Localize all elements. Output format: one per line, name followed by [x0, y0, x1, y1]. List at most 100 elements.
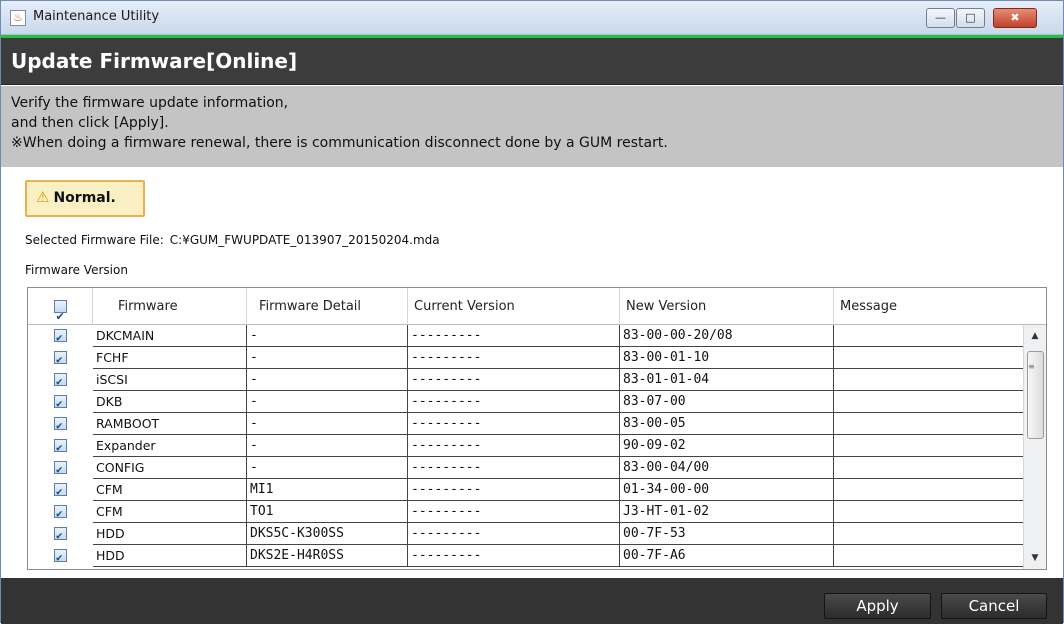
footer-bar: Apply Cancel — [1, 578, 1063, 624]
table-row[interactable]: HDDDKS5C-K300SS---------00-7F-53 — [28, 523, 1024, 545]
cell-current-version: --------- — [408, 479, 620, 501]
cell-new-version: 00-7F-53 — [620, 523, 834, 545]
cell-message — [834, 347, 1024, 369]
cell-firmware: CONFIG — [93, 457, 247, 479]
cancel-button[interactable]: Cancel — [941, 593, 1047, 619]
cell-message — [834, 413, 1024, 435]
row-checkbox[interactable] — [54, 503, 67, 523]
table-row[interactable]: DKCMAIN----------83-00-00-20/08 — [28, 325, 1024, 347]
cell-current-version: --------- — [408, 545, 620, 567]
row-checkbox[interactable] — [54, 327, 67, 347]
table-row[interactable]: DKB----------83-07-00 — [28, 391, 1024, 413]
cell-current-version: --------- — [408, 435, 620, 457]
column-header-firmware-detail[interactable]: Firmware Detail — [247, 288, 408, 325]
cell-firmware-detail: TO1 — [247, 501, 408, 523]
maintenance-utility-window: ♨ Maintenance Utility — □ ✖ Update Firmw… — [0, 0, 1064, 624]
row-checkbox[interactable] — [54, 393, 67, 413]
instruction-line-3: ※When doing a firmware renewal, there is… — [11, 135, 668, 151]
row-select-cell — [28, 413, 93, 435]
warning-icon: ⚠ — [36, 188, 50, 206]
table-header: Firmware Firmware Detail Current Version… — [28, 288, 1046, 335]
cell-firmware-detail: - — [247, 391, 408, 413]
status-badge: ⚠ Normal. — [25, 180, 145, 217]
cell-firmware: RAMBOOT — [93, 413, 247, 435]
cell-current-version: --------- — [408, 523, 620, 545]
column-header-firmware[interactable]: Firmware — [93, 288, 247, 325]
row-select-cell — [28, 325, 93, 347]
instruction-line-2: and then click [Apply]. — [11, 115, 169, 131]
cell-firmware: HDD — [93, 523, 247, 545]
select-all-checkbox[interactable] — [53, 298, 67, 335]
maximize-button[interactable]: □ — [956, 8, 985, 28]
table-row[interactable]: iSCSI----------83-01-01-04 — [28, 369, 1024, 391]
table-row[interactable]: Expander----------90-09-02 — [28, 435, 1024, 457]
row-select-cell — [28, 391, 93, 413]
cell-message — [834, 545, 1024, 567]
column-header-message[interactable]: Message — [834, 288, 1046, 325]
select-all-cell — [28, 288, 93, 335]
row-select-cell — [28, 523, 93, 545]
cell-firmware: iSCSI — [93, 369, 247, 391]
row-checkbox[interactable] — [54, 547, 67, 567]
table-row[interactable]: FCHF----------83-00-01-10 — [28, 347, 1024, 369]
cell-new-version: J3-HT-01-02 — [620, 501, 834, 523]
close-button[interactable]: ✖ — [993, 8, 1037, 28]
row-checkbox[interactable] — [54, 371, 67, 391]
cell-new-version: 83-00-01-10 — [620, 347, 834, 369]
cell-message — [834, 369, 1024, 391]
column-header-new-version[interactable]: New Version — [620, 288, 834, 325]
cell-firmware-detail: DKS5C-K300SS — [247, 523, 408, 545]
row-select-cell — [28, 501, 93, 523]
scrollbar-grip-icon: ≡ — [1028, 362, 1035, 371]
cell-new-version: 83-00-00-20/08 — [620, 325, 834, 347]
cell-firmware: Expander — [93, 435, 247, 457]
apply-button[interactable]: Apply — [824, 593, 931, 619]
minimize-button[interactable]: — — [926, 8, 955, 28]
row-checkbox[interactable] — [54, 525, 67, 545]
table-row[interactable]: HDDDKS2E-H4R0SS---------00-7F-A6 — [28, 545, 1024, 567]
cell-new-version: 00-7F-A6 — [620, 545, 834, 567]
cell-message — [834, 391, 1024, 413]
column-header-current-version[interactable]: Current Version — [408, 288, 620, 325]
cell-current-version: --------- — [408, 457, 620, 479]
row-checkbox[interactable] — [54, 437, 67, 457]
cell-message — [834, 479, 1024, 501]
cell-message — [834, 523, 1024, 545]
cell-firmware-detail: DKS2E-H4R0SS — [247, 545, 408, 567]
cell-current-version: --------- — [408, 501, 620, 523]
row-select-cell — [28, 369, 93, 391]
row-checkbox[interactable] — [54, 415, 67, 435]
cell-message — [834, 501, 1024, 523]
cell-current-version: --------- — [408, 391, 620, 413]
cell-firmware: CFM — [93, 501, 247, 523]
selected-file-label: Selected Firmware File: — [25, 233, 164, 247]
cell-new-version: 83-01-01-04 — [620, 369, 834, 391]
page-header: Update Firmware[Online] — [1, 38, 1063, 85]
row-checkbox[interactable] — [54, 349, 67, 369]
table-row[interactable]: CFMMI1---------01-34-00-00 — [28, 479, 1024, 501]
selected-file-path: C:¥GUM_FWUPDATE_013907_20150204.mda — [169, 233, 440, 247]
table-row[interactable]: CONFIG----------83-00-04/00 — [28, 457, 1024, 479]
vertical-scrollbar[interactable]: ▲ ≡ ▼ — [1023, 325, 1046, 569]
cell-firmware: DKCMAIN — [93, 325, 247, 347]
cell-new-version: 01-34-00-00 — [620, 479, 834, 501]
row-select-cell — [28, 435, 93, 457]
scroll-down-arrow-icon[interactable]: ▼ — [1024, 549, 1046, 567]
cell-new-version: 83-00-05 — [620, 413, 834, 435]
row-checkbox[interactable] — [54, 459, 67, 479]
cell-firmware: HDD — [93, 545, 247, 567]
instruction-line-1: Verify the firmware update information, — [11, 95, 289, 111]
table-row[interactable]: RAMBOOT----------83-00-05 — [28, 413, 1024, 435]
cell-firmware-detail: - — [247, 347, 408, 369]
cell-firmware-detail: MI1 — [247, 479, 408, 501]
cell-firmware-detail: - — [247, 435, 408, 457]
row-checkbox[interactable] — [54, 481, 67, 501]
cell-new-version: 83-07-00 — [620, 391, 834, 413]
scroll-up-arrow-icon[interactable]: ▲ — [1024, 327, 1046, 345]
cell-current-version: --------- — [408, 325, 620, 347]
row-select-cell — [28, 479, 93, 501]
cell-new-version: 83-00-04/00 — [620, 457, 834, 479]
cell-firmware-detail: - — [247, 369, 408, 391]
table-row[interactable]: CFMTO1---------J3-HT-01-02 — [28, 501, 1024, 523]
selected-file-line: Selected Firmware File: C:¥GUM_FWUPDATE_0… — [25, 233, 440, 247]
